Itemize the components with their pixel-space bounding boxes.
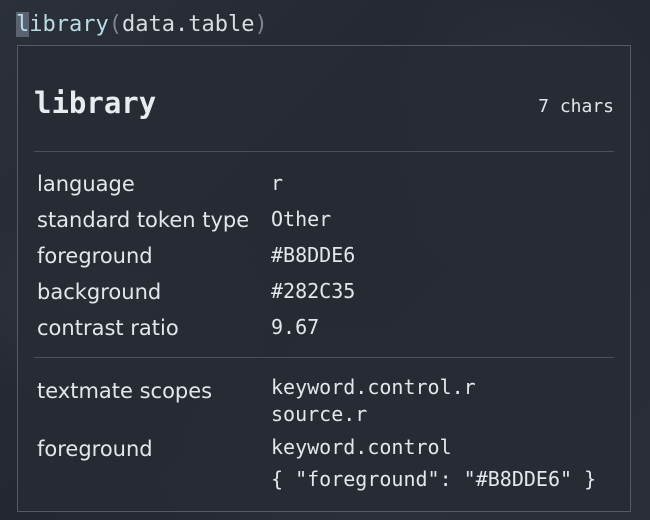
token-type-label: standard token type bbox=[37, 208, 250, 232]
editor-code-line[interactable]: library(data.table) bbox=[16, 10, 268, 40]
theme-rule-selector: keyword.control bbox=[271, 435, 452, 459]
foreground-label: foreground bbox=[37, 244, 153, 268]
contrast-ratio-label: contrast ratio bbox=[37, 316, 179, 340]
rule-foreground-label: foreground bbox=[37, 437, 153, 461]
open-paren-token: ( bbox=[108, 12, 122, 37]
language-value: r bbox=[271, 171, 284, 195]
scope-item: keyword.control.r bbox=[271, 375, 476, 399]
background-label: background bbox=[37, 280, 162, 304]
token-inspector-hover: library 7 chars language r standard toke… bbox=[17, 45, 631, 512]
divider bbox=[34, 357, 614, 358]
foreground-value: #B8DDE6 bbox=[271, 243, 356, 267]
scope-item: source.r bbox=[271, 402, 368, 426]
divider bbox=[34, 151, 614, 152]
textmate-scopes-label: textmate scopes bbox=[37, 379, 213, 403]
argument-token[interactable]: data.table bbox=[122, 12, 254, 37]
theme-rule-setting: { "foreground": "#B8DDE6" } bbox=[271, 467, 597, 491]
contrast-ratio-value: 9.67 bbox=[271, 315, 320, 339]
text-cursor[interactable]: l bbox=[16, 12, 30, 37]
token-type-value: Other bbox=[271, 207, 332, 231]
close-paren-token: ) bbox=[254, 12, 268, 37]
background-value: #282C35 bbox=[271, 279, 356, 303]
char-count: 7 chars bbox=[538, 96, 614, 117]
token-title: library bbox=[34, 86, 157, 120]
language-label: language bbox=[37, 172, 135, 196]
function-token[interactable]: ibrary bbox=[29, 12, 108, 37]
